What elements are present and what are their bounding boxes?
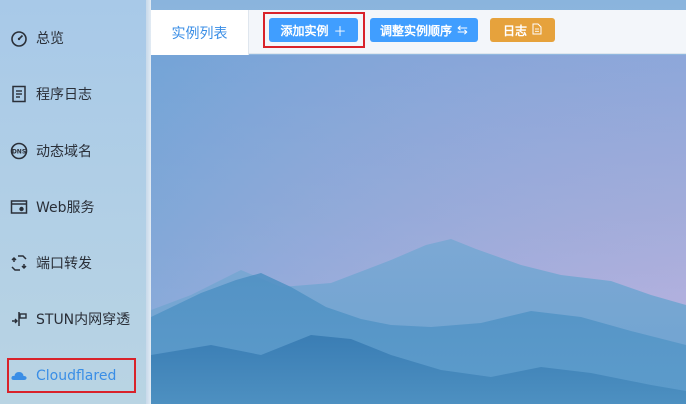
sidebar-item-label: 总览 <box>36 31 64 47</box>
sidebar-item-cloudflared[interactable]: Cloudflared <box>0 356 146 396</box>
sidebar: 总览 程序日志 DNS 动态域名 Web服务 端口转发 STUN内网穿透 Clo… <box>0 0 146 404</box>
sidebar-item-label: 程序日志 <box>36 87 92 103</box>
reorder-instances-button[interactable]: 调整实例顺序 ⇆ <box>370 18 478 42</box>
swap-icon: ⇆ <box>457 22 468 37</box>
tab-instance-list[interactable]: 实例列表 <box>151 10 249 55</box>
add-instance-button[interactable]: 添加实例 ＋ <box>269 18 358 42</box>
sidebar-item-port-forward[interactable]: 端口转发 <box>0 243 146 283</box>
add-instance-label: 添加实例 <box>280 23 329 38</box>
svg-text:DNS: DNS <box>12 149 26 156</box>
log-file-icon <box>10 85 28 103</box>
port-forward-icon <box>10 254 28 272</box>
sidebar-item-overview[interactable]: 总览 <box>0 18 146 58</box>
sidebar-item-program-log[interactable]: 程序日志 <box>0 74 146 114</box>
sidebar-item-ddns[interactable]: DNS 动态域名 <box>0 131 146 171</box>
main-panel: 实例列表 添加实例 ＋ 调整实例顺序 ⇆ 日志 <box>151 10 686 404</box>
background-landscape <box>151 55 686 404</box>
sidebar-item-stun[interactable]: STUN内网穿透 <box>0 299 146 339</box>
log-button[interactable]: 日志 <box>490 18 555 42</box>
sidebar-item-label: Web服务 <box>36 200 95 216</box>
cloud-icon <box>10 367 28 385</box>
plus-icon: ＋ <box>333 23 347 39</box>
log-label: 日志 <box>502 23 527 38</box>
web-service-icon <box>10 198 28 216</box>
sidebar-item-web-service[interactable]: Web服务 <box>0 187 146 227</box>
sidebar-item-label: Cloudflared <box>36 368 117 384</box>
sidebar-item-label: STUN内网穿透 <box>36 312 131 328</box>
toolbar: 实例列表 添加实例 ＋ 调整实例顺序 ⇆ 日志 <box>151 10 686 55</box>
reorder-label: 调整实例顺序 <box>380 23 453 38</box>
stun-icon <box>10 310 28 328</box>
sidebar-item-label: 动态域名 <box>36 144 92 160</box>
sidebar-item-label: 端口转发 <box>36 256 92 272</box>
tab-label: 实例列表 <box>171 25 228 42</box>
dns-icon: DNS <box>10 142 28 160</box>
dashboard-icon <box>10 29 28 47</box>
document-icon <box>532 23 542 38</box>
